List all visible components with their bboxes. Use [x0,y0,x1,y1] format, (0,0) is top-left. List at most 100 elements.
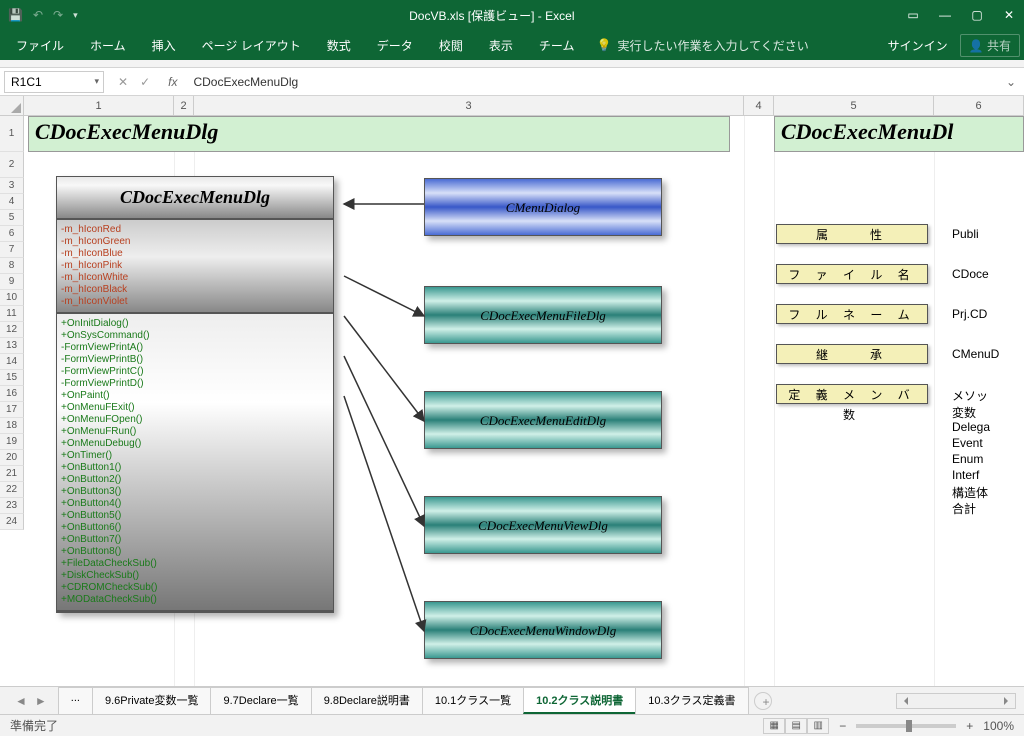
property-label: フ ル ネ ー ム [776,304,928,324]
qat-customize-icon[interactable]: ▾ [73,10,78,21]
row-header[interactable]: 24 [0,514,24,530]
col-header[interactable]: 4 [744,96,774,115]
maximize-icon[interactable]: ▢ [970,8,984,22]
col-header[interactable]: 2 [174,96,194,115]
col-header[interactable]: 1 [24,96,174,115]
tab-view[interactable]: 表示 [477,31,525,60]
tab-formula[interactable]: 数式 [315,31,363,60]
add-sheet-button[interactable]: + [754,692,772,710]
minimize-icon[interactable]: ― [938,8,952,22]
zoom-in-button[interactable]: + [966,719,973,733]
row-header[interactable]: 22 [0,482,24,498]
tab-data[interactable]: データ [365,31,425,60]
property-value[interactable]: CDoce [952,267,1024,281]
sheet-tab[interactable]: 10.1クラス一覧 [422,687,524,714]
save-icon[interactable]: 💾 [8,8,23,22]
sheet-tab[interactable]: 10.2クラス説明書 [523,687,636,714]
zoom-out-button[interactable]: − [839,719,846,733]
row-header[interactable]: 5 [0,210,24,226]
undo-icon[interactable]: ↶ [33,8,43,22]
col-header[interactable]: 6 [934,96,1024,115]
class-diagram-box: CDocExecMenuDlg -m_hIconRed-m_hIconGreen… [56,176,334,613]
tab-review[interactable]: 校閲 [427,31,475,60]
row-header[interactable]: 20 [0,450,24,466]
class-member: +OnInitDialog() [59,318,331,330]
cancel-formula-icon[interactable]: ✕ [118,75,128,89]
tab-nav[interactable]: ◄► [12,692,58,710]
row-header[interactable]: 18 [0,418,24,434]
row-header[interactable]: 12 [0,322,24,338]
gridline [744,116,745,686]
row-header[interactable]: 8 [0,258,24,274]
cell-title[interactable]: CDocExecMenuDlg [28,116,730,152]
tab-team[interactable]: チーム [527,31,587,60]
select-all-button[interactable] [0,96,24,116]
formula-expand-icon[interactable]: ⌄ [998,75,1024,89]
tab-layout[interactable]: ページ レイアウト [190,31,313,60]
zoom-level[interactable]: 100% [983,719,1014,733]
normal-view-icon[interactable]: ▦ [763,718,785,734]
row-header[interactable]: 3 [0,178,24,194]
col-header[interactable]: 3 [194,96,744,115]
cell-title-2[interactable]: CDocExecMenuDl [774,116,1024,152]
class-member: +OnButton5() [59,510,331,522]
row-header[interactable]: 4 [0,194,24,210]
row-header[interactable]: 21 [0,466,24,482]
close-icon[interactable]: ✕ [1002,8,1016,22]
row-header[interactable]: 6 [0,226,24,242]
fx-icon[interactable]: fx [160,75,185,89]
row-header[interactable]: 1 [0,116,24,152]
horizontal-scrollbar[interactable] [896,693,1016,709]
row-header[interactable]: 23 [0,498,24,514]
related-class-box: CDocExecMenuEditDlg [424,391,662,449]
signin-link[interactable]: サインイン [888,37,948,54]
formula-input[interactable]: CDocExecMenuDlg [185,75,997,89]
row-header[interactable]: 15 [0,370,24,386]
property-value[interactable]: 合計 [952,500,1024,517]
property-label: 属 性 [776,224,928,244]
row-header[interactable]: 7 [0,242,24,258]
worksheet[interactable]: 123456 123456789101112131415161718192021… [0,96,1024,686]
row-header[interactable]: 10 [0,290,24,306]
sheet-tab[interactable]: 9.6Private変数一覧 [92,687,212,714]
row-header[interactable]: 19 [0,434,24,450]
zoom-slider[interactable] [856,724,956,728]
row-header[interactable]: 17 [0,402,24,418]
ribbon-options-icon[interactable]: ▭ [906,8,920,22]
property-value[interactable]: 変数 [952,404,1024,421]
sheet-tab[interactable]: 9.7Declare一覧 [210,687,311,714]
property-value[interactable]: Enum [952,452,1024,466]
property-value[interactable]: Delega [952,420,1024,434]
row-header[interactable]: 2 [0,152,24,178]
sheet-tab[interactable]: 9.8Declare説明書 [311,687,423,714]
property-value[interactable]: メソッ [952,387,1024,404]
col-header[interactable]: 5 [774,96,934,115]
property-value[interactable]: Publi [952,227,1024,241]
accept-formula-icon[interactable]: ✓ [140,75,150,89]
property-value[interactable]: 構造体 [952,484,1024,501]
row-header[interactable]: 16 [0,386,24,402]
status-text: 準備完了 [10,717,58,734]
page-layout-icon[interactable]: ▤ [785,718,807,734]
view-buttons[interactable]: ▦▤▥ [763,718,829,734]
share-button[interactable]: 👤 共有 [960,34,1020,57]
row-header[interactable]: 9 [0,274,24,290]
tell-me[interactable]: 💡 実行したい作業を入力してください [596,37,808,54]
sheet-tab[interactable]: ... [58,687,93,714]
property-value[interactable]: Event [952,436,1024,450]
page-break-icon[interactable]: ▥ [807,718,829,734]
property-value[interactable]: Prj.CD [952,307,1024,321]
row-header[interactable]: 11 [0,306,24,322]
property-value[interactable]: CMenuD [952,347,1024,361]
redo-icon[interactable]: ↷ [53,8,63,22]
tab-file[interactable]: ファイル [4,31,76,60]
tab-home[interactable]: ホーム [78,31,138,60]
class-member: -m_hIconWhite [59,272,331,284]
row-header[interactable]: 14 [0,354,24,370]
row-header[interactable]: 13 [0,338,24,354]
tab-insert[interactable]: 挿入 [140,31,188,60]
class-member: +OnButton1() [59,462,331,474]
name-box[interactable]: R1C1 [4,71,104,93]
property-value[interactable]: Interf [952,468,1024,482]
sheet-tab[interactable]: 10.3クラス定義書 [635,687,748,714]
